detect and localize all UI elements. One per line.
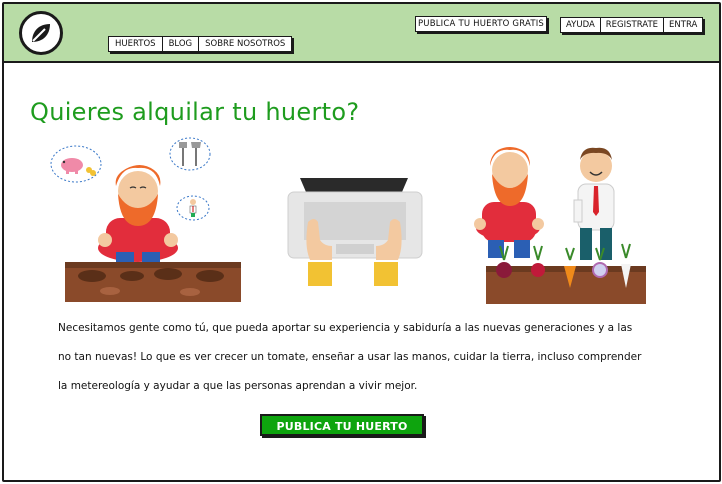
laptop-illustration	[287, 178, 423, 286]
login-link[interactable]: ENTRA	[664, 18, 702, 32]
intro-text-line-3: la metereología y ayudar a que las perso…	[58, 380, 418, 392]
person-icon	[176, 195, 210, 221]
tools-icon	[169, 137, 211, 171]
farmer-thinking-illustration	[50, 137, 241, 302]
nav-item-huertos[interactable]: HUERTOS	[109, 37, 163, 51]
nav-item-sobre-nosotros[interactable]: SOBRE NOSOTROS	[199, 37, 291, 51]
farmer-and-renter-illustration	[474, 147, 646, 304]
publish-garden-button[interactable]: PUBLICA TU HUERTO	[260, 414, 424, 436]
page-title: Quieres alquilar tu huerto?	[30, 98, 360, 126]
nav-item-blog[interactable]: BLOG	[163, 37, 200, 51]
page-frame: PUBLICA TU HUERTO GRATIS HUERTOS BLOG SO…	[2, 2, 721, 482]
leaf-icon	[32, 24, 50, 42]
publish-free-button[interactable]: PUBLICA TU HUERTO GRATIS	[415, 16, 547, 32]
intro-text-line-1: Necesitamos gente como tú, que pueda apo…	[58, 322, 633, 334]
farmer-icon	[98, 165, 178, 264]
renter-icon	[573, 147, 615, 260]
auth-nav: AYUDA REGISTRATE ENTRA	[560, 17, 704, 33]
help-link[interactable]: AYUDA	[561, 18, 601, 32]
header-bar: PUBLICA TU HUERTO GRATIS HUERTOS BLOG SO…	[4, 4, 719, 63]
logo[interactable]	[19, 11, 63, 55]
register-link[interactable]: REGISTRATE	[601, 18, 665, 32]
main-nav: HUERTOS BLOG SOBRE NOSOTROS	[108, 36, 293, 52]
piggy-bank-icon	[50, 145, 102, 183]
soil-icon	[65, 262, 241, 302]
farmer-icon	[474, 147, 544, 258]
intro-text-line-2: no tan nuevas! Lo que es ver crecer un t…	[58, 351, 642, 363]
